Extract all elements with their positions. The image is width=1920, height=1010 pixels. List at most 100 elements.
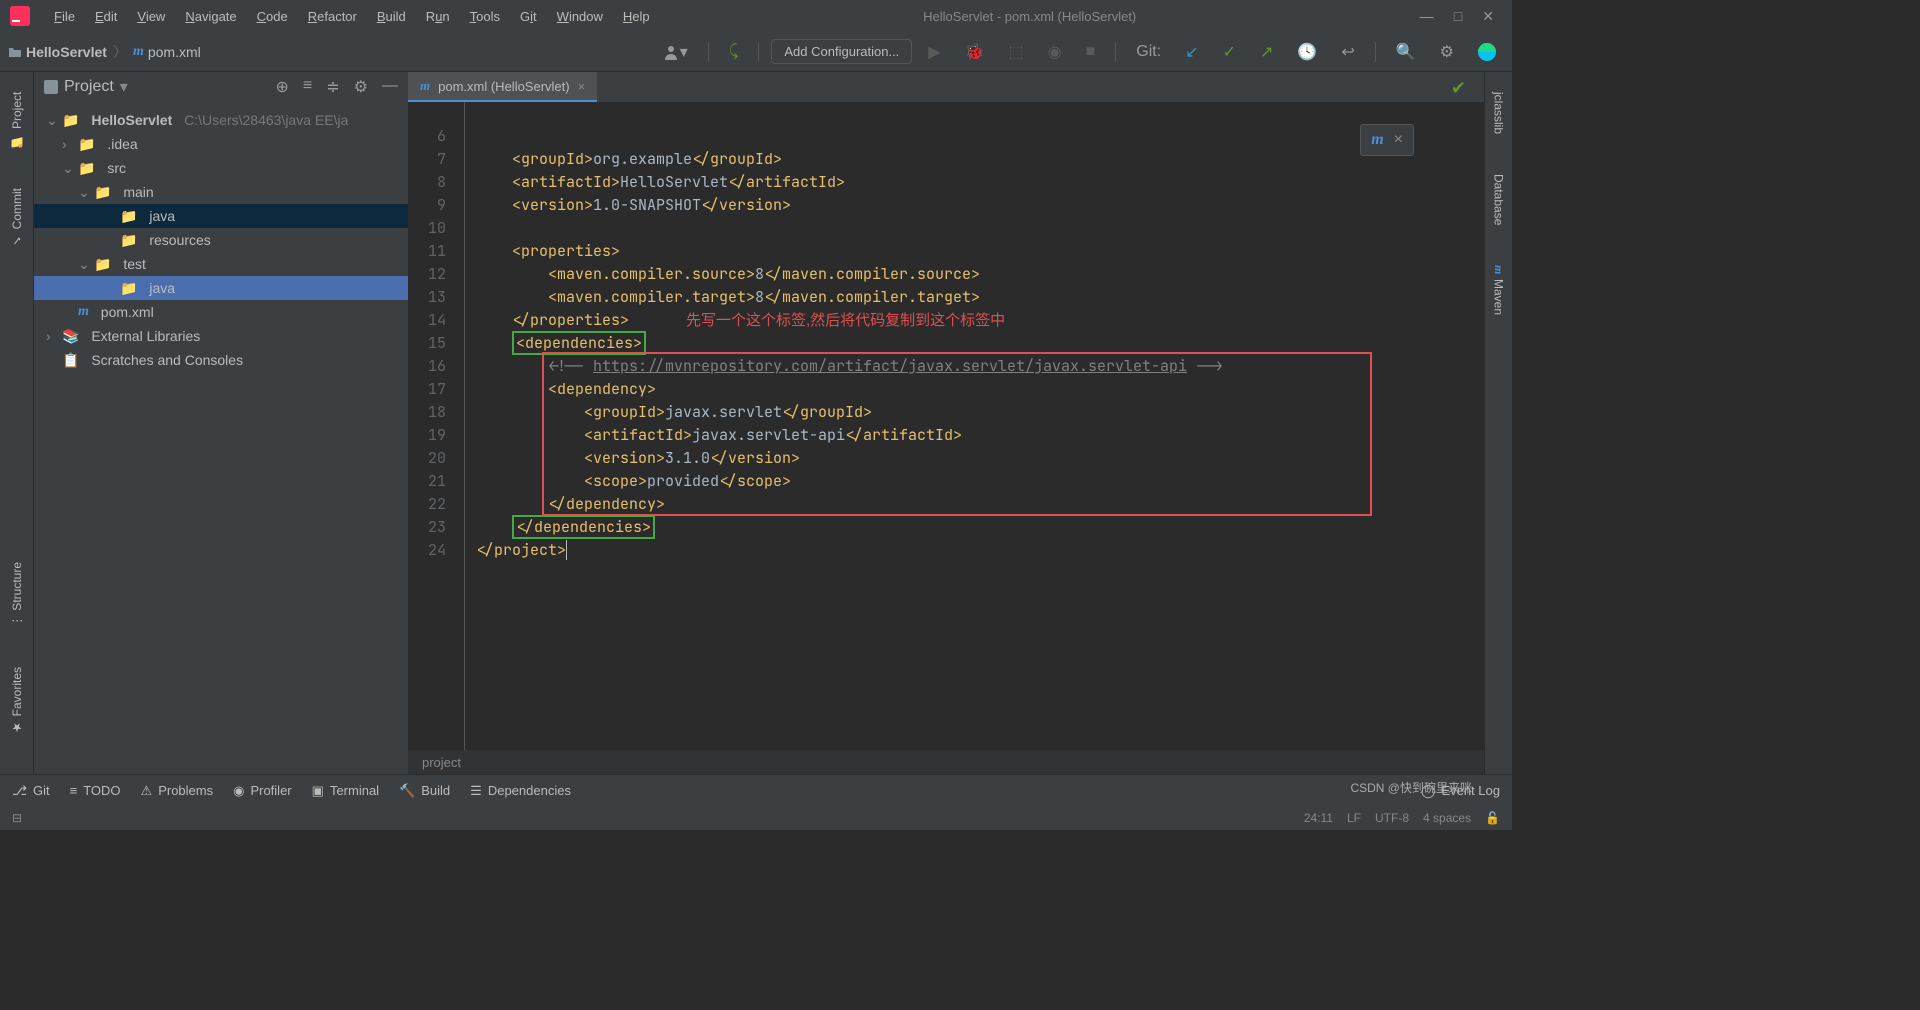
- menu-refactor[interactable]: Refactor: [300, 5, 365, 28]
- close-button[interactable]: ✕: [1482, 8, 1494, 25]
- close-panel-icon[interactable]: ×: [1394, 131, 1403, 149]
- editor-tab-label: pom.xml (HelloServlet): [438, 79, 569, 94]
- tree-test[interactable]: ⌄📁 test: [34, 252, 408, 276]
- window-controls: — □ ✕: [1402, 8, 1512, 25]
- window-title: HelloServlet - pom.xml (HelloServlet): [658, 9, 1402, 24]
- titlebar: File Edit View Navigate Code Refactor Bu…: [0, 0, 1512, 32]
- indent[interactable]: 4 spaces: [1423, 811, 1471, 825]
- maximize-button[interactable]: □: [1454, 8, 1462, 25]
- sidebar-tab-project[interactable]: 📁 Project: [8, 82, 26, 158]
- cursor-position[interactable]: 24:11: [1304, 811, 1333, 825]
- panel-settings-icon[interactable]: ⚙: [354, 77, 368, 97]
- tool-problems[interactable]: ⚠ Problems: [141, 783, 214, 799]
- tree-idea[interactable]: ›📁 .idea: [34, 132, 408, 156]
- dropdown-icon[interactable]: ▾: [120, 77, 128, 97]
- fold-column[interactable]: [456, 102, 476, 750]
- main-toolbar: HelloServlet 〉 m pom.xml ▾ ⤹ Add Configu…: [0, 32, 1512, 72]
- git-update-icon[interactable]: ↙: [1177, 38, 1206, 66]
- menu-tools[interactable]: Tools: [462, 5, 508, 28]
- sidebar-tab-favorites[interactable]: ★ Favorites: [8, 657, 26, 744]
- tree-scratches[interactable]: 📋 Scratches and Consoles: [34, 348, 408, 372]
- stop-icon[interactable]: ■: [1078, 39, 1104, 65]
- tool-profiler[interactable]: ◉ Profiler: [233, 783, 292, 799]
- status-menu-icon[interactable]: ⊟: [12, 811, 22, 825]
- git-rollback-icon[interactable]: ↩: [1333, 38, 1362, 66]
- inspection-ok-icon[interactable]: ✔: [1451, 78, 1466, 99]
- tree-main[interactable]: ⌄📁 main: [34, 180, 408, 204]
- settings-icon[interactable]: ⚙: [1432, 38, 1462, 66]
- menu-build[interactable]: Build: [369, 5, 414, 28]
- editor-tab-pom[interactable]: m pom.xml (HelloServlet) ×: [408, 72, 597, 102]
- breadcrumb-tag[interactable]: project: [422, 755, 461, 770]
- breadcrumb-file[interactable]: m pom.xml: [133, 44, 201, 60]
- add-configuration-button[interactable]: Add Configuration...: [771, 39, 912, 64]
- tree-java-main[interactable]: 📁 java: [34, 204, 408, 228]
- tool-build[interactable]: 🔨 Build: [399, 783, 450, 799]
- project-tree[interactable]: ⌄📁 HelloServlet C:\Users\28463\java EE\j…: [34, 102, 408, 774]
- coverage-icon[interactable]: ⬚: [1001, 38, 1032, 66]
- code-area[interactable]: <groupId>org.example</groupId> <artifact…: [476, 102, 1484, 750]
- maven-icon: m: [1371, 131, 1383, 149]
- tree-resources[interactable]: 📁 resources: [34, 228, 408, 252]
- sidebar-tab-maven[interactable]: m Maven: [1489, 255, 1508, 324]
- tree-root[interactable]: ⌄📁 HelloServlet C:\Users\28463\java EE\j…: [34, 108, 408, 132]
- breadcrumb-root[interactable]: HelloServlet: [8, 44, 107, 60]
- left-sidebar-stripe: 📁 Project ✓ Commit ⋮ Structure ★ Favorit…: [0, 72, 34, 774]
- close-tab-icon[interactable]: ×: [578, 79, 586, 94]
- tree-src[interactable]: ⌄📁 src: [34, 156, 408, 180]
- sidebar-tab-structure[interactable]: ⋮ Structure: [8, 552, 26, 637]
- tool-git[interactable]: ⎇ Git: [12, 783, 50, 799]
- run-icon[interactable]: ▶: [920, 38, 948, 66]
- git-label: Git:: [1128, 39, 1169, 65]
- tool-dependencies[interactable]: ☰ Dependencies: [470, 783, 571, 799]
- tree-pom[interactable]: m pom.xml: [34, 300, 408, 324]
- code-with-me-icon[interactable]: [1470, 39, 1504, 65]
- right-sidebar-stripe: jclasslib Database m Maven: [1484, 72, 1512, 774]
- git-history-icon[interactable]: 🕓: [1289, 38, 1325, 66]
- git-commit-icon[interactable]: ✓: [1215, 38, 1244, 66]
- tree-java-test[interactable]: 📁 java: [34, 276, 408, 300]
- menu-edit[interactable]: Edit: [87, 5, 125, 28]
- encoding[interactable]: UTF-8: [1375, 811, 1409, 825]
- menu-view[interactable]: View: [129, 5, 173, 28]
- tool-terminal[interactable]: ▣ Terminal: [312, 783, 379, 799]
- breadcrumb: HelloServlet 〉 m pom.xml: [8, 42, 201, 62]
- editor-bottom-breadcrumb[interactable]: project: [408, 750, 1484, 774]
- maven-reload-panel[interactable]: m ×: [1360, 124, 1414, 156]
- sidebar-tab-database[interactable]: Database: [1490, 164, 1508, 235]
- line-gutter: 6789101112131415161718192021222324: [408, 102, 456, 750]
- project-panel-title: Project: [64, 78, 114, 96]
- line-separator[interactable]: LF: [1347, 811, 1361, 825]
- menu-code[interactable]: Code: [249, 5, 296, 28]
- menu-git[interactable]: Git: [512, 5, 545, 28]
- expand-all-icon[interactable]: ≡: [303, 77, 312, 97]
- menu-file[interactable]: File: [46, 5, 83, 28]
- select-file-icon[interactable]: ⊕: [276, 77, 289, 97]
- menu-navigate[interactable]: Navigate: [177, 5, 244, 28]
- hammer-icon[interactable]: ⤹: [721, 39, 747, 65]
- menu-run[interactable]: Run: [418, 5, 458, 28]
- sidebar-tab-jclasslib[interactable]: jclasslib: [1490, 82, 1508, 144]
- main-area: 📁 Project ✓ Commit ⋮ Structure ★ Favorit…: [0, 72, 1512, 774]
- hide-panel-icon[interactable]: —: [382, 77, 398, 97]
- breadcrumb-separator: 〉: [113, 42, 127, 62]
- menu-bar: File Edit View Navigate Code Refactor Bu…: [40, 5, 658, 28]
- tree-external[interactable]: ›📚 External Libraries: [34, 324, 408, 348]
- debug-icon[interactable]: 🐞: [957, 38, 993, 66]
- search-icon[interactable]: 🔍: [1388, 38, 1424, 66]
- project-icon: [44, 80, 58, 94]
- menu-window[interactable]: Window: [549, 5, 611, 28]
- readonly-icon[interactable]: 🔓: [1485, 811, 1500, 825]
- tool-todo[interactable]: ≡ TODO: [70, 783, 121, 798]
- git-push-icon[interactable]: ↗: [1252, 38, 1281, 66]
- user-icon[interactable]: ▾: [654, 38, 696, 66]
- profiler-run-icon[interactable]: ◉: [1040, 38, 1070, 66]
- collapse-all-icon[interactable]: ≑: [326, 77, 339, 97]
- project-panel: Project ▾ ⊕ ≡ ≑ ⚙ — ⌄📁 HelloServlet C:\U…: [34, 72, 408, 774]
- editor-content[interactable]: 6789101112131415161718192021222324 <grou…: [408, 102, 1484, 750]
- menu-help[interactable]: Help: [615, 5, 658, 28]
- maven-file-icon: m: [420, 78, 430, 94]
- folder-icon: [8, 45, 22, 59]
- sidebar-tab-commit[interactable]: ✓ Commit: [8, 178, 26, 257]
- minimize-button[interactable]: —: [1420, 8, 1434, 25]
